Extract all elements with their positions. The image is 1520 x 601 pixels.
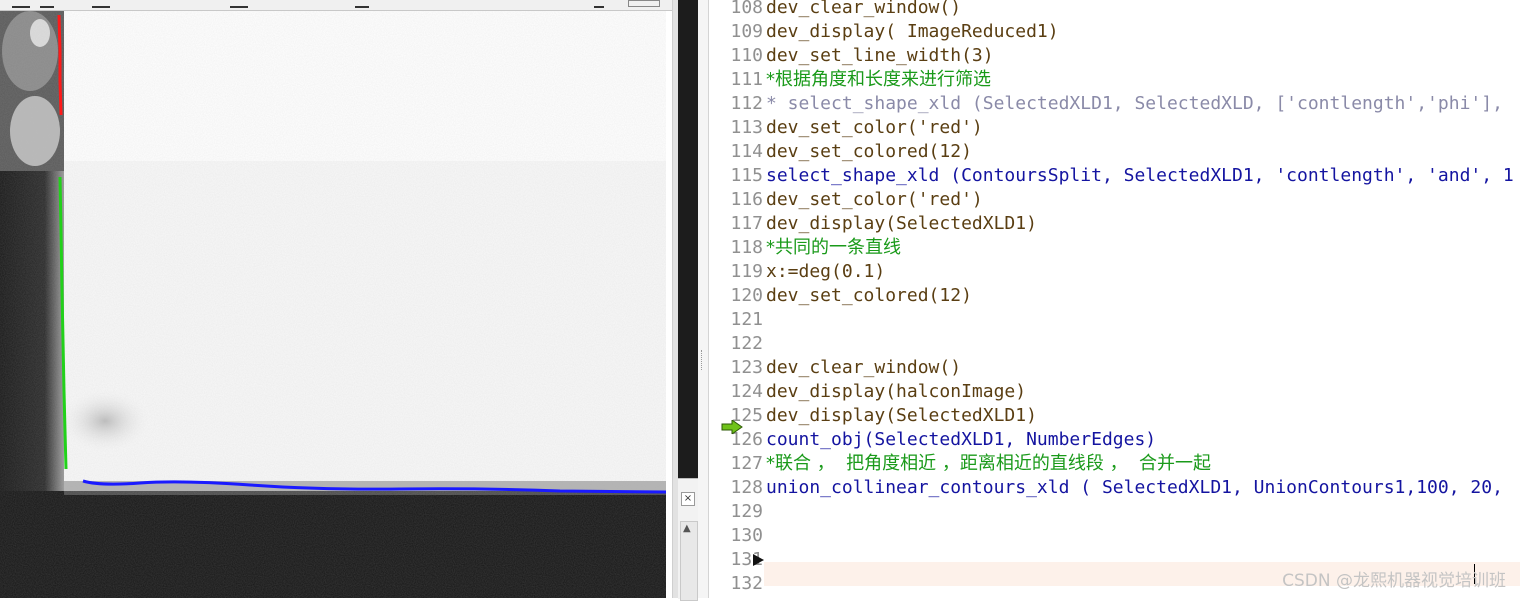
- line-number: 114: [730, 141, 763, 162]
- code-line[interactable]: 114 dev_set_colored(12): [709, 140, 1520, 164]
- black-triangle-icon: [753, 554, 764, 566]
- image-view[interactable]: [0, 11, 666, 598]
- toolbar-button[interactable]: [355, 0, 369, 8]
- graphics-window[interactable]: [0, 0, 672, 598]
- toolbar-dropdown-arrow-icon[interactable]: [594, 0, 604, 8]
- green-arrow-icon: [721, 420, 743, 434]
- line-number: 132: [730, 573, 763, 594]
- line-number: 119: [730, 261, 763, 282]
- code-text[interactable]: select_shape_xld (ContoursSplit, Selecte…: [766, 164, 1514, 188]
- line-number: 112: [730, 93, 763, 114]
- code-text[interactable]: *根据角度和长度来进行筛选: [766, 68, 991, 92]
- toolbar-button[interactable]: [12, 0, 30, 8]
- line-number: 108: [730, 0, 763, 18]
- code-line[interactable]: 123 dev_clear_window(): [709, 356, 1520, 380]
- program-editor[interactable]: 108 dev_clear_window() 109 dev_display( Ima…: [709, 0, 1520, 598]
- code-text[interactable]: dev_clear_window(): [766, 356, 961, 380]
- line-number: 129: [730, 501, 763, 522]
- line-number: 110: [730, 45, 763, 66]
- code-text[interactable]: dev_set_colored(12): [766, 284, 972, 308]
- toolbar-button[interactable]: [628, 0, 660, 7]
- code-text[interactable]: union_collinear_contours_xld ( SelectedX…: [766, 476, 1503, 500]
- code-text[interactable]: x:=deg(0.1): [766, 260, 885, 284]
- contour-red: [57, 14, 63, 116]
- code-text[interactable]: dev_set_line_width(3): [766, 44, 994, 68]
- scroll-up-arrow-icon[interactable]: ▲: [683, 522, 691, 536]
- line-number: 113: [730, 117, 763, 138]
- code-line[interactable]: 129: [709, 500, 1520, 524]
- code-line[interactable]: 111 *根据角度和长度来进行筛选: [709, 68, 1520, 92]
- code-line[interactable]: 112 * select_shape_xld (SelectedXLD1, Sel…: [709, 92, 1520, 116]
- code-text[interactable]: dev_clear_window(): [766, 0, 961, 20]
- watermark: CSDN @龙熙机器视觉培训班: [1282, 571, 1506, 591]
- resize-grip-icon[interactable]: [701, 350, 704, 370]
- line-number: 130: [730, 525, 763, 546]
- line-number: 115: [730, 165, 763, 186]
- code-text[interactable]: dev_display( ImageReduced1): [766, 20, 1059, 44]
- line-number: 117: [730, 213, 763, 234]
- line-number: 121: [730, 309, 763, 330]
- code-line[interactable]: 108 dev_clear_window(): [709, 0, 1520, 20]
- line-number: 118: [730, 237, 763, 258]
- code-text[interactable]: count_obj(SelectedXLD1, NumberEdges): [766, 428, 1156, 452]
- code-line[interactable]: 125 dev_display(SelectedXLD1): [709, 404, 1520, 428]
- pane-divider[interactable]: [698, 0, 709, 598]
- code-line[interactable]: 109 dev_display( ImageReduced1): [709, 20, 1520, 44]
- code-line[interactable]: 121: [709, 308, 1520, 332]
- code-line[interactable]: 130: [709, 524, 1520, 548]
- code-line[interactable]: 119 x:=deg(0.1): [709, 260, 1520, 284]
- code-text[interactable]: dev_set_color('red'): [766, 116, 983, 140]
- line-number: 122: [730, 333, 763, 354]
- code-line[interactable]: 115 select_shape_xld (ContoursSplit, Sele…: [709, 164, 1520, 188]
- auxiliary-panel: × ▲: [678, 478, 698, 601]
- close-icon[interactable]: ×: [681, 492, 695, 506]
- code-line[interactable]: 118 *共同的一条直线: [709, 236, 1520, 260]
- code-line[interactable]: 127 *联合 ， 把角度相近 ，距离相近的直线段 ， 合并一起: [709, 452, 1520, 476]
- code-text[interactable]: *共同的一条直线: [766, 236, 901, 260]
- line-number: 109: [730, 21, 763, 42]
- line-number: 111: [730, 69, 763, 90]
- code-text[interactable]: dev_display(halconImage): [766, 380, 1026, 404]
- line-number: 128: [730, 477, 763, 498]
- code-line[interactable]: 124 dev_display(halconImage): [709, 380, 1520, 404]
- code-text[interactable]: *联合 ， 把角度相近 ，距离相近的直线段 ， 合并一起: [766, 452, 1211, 476]
- line-number: 116: [730, 189, 763, 210]
- line-number: 124: [730, 381, 763, 402]
- line-number: 127: [730, 453, 763, 474]
- toolbar-button[interactable]: [92, 0, 110, 8]
- code-text[interactable]: dev_display(SelectedXLD1): [766, 404, 1037, 428]
- code-text[interactable]: * select_shape_xld (SelectedXLD1, Select…: [766, 92, 1503, 116]
- code-text[interactable]: dev_set_color('red'): [766, 188, 983, 212]
- code-line[interactable]: 126 count_obj(SelectedXLD1, NumberEdges): [709, 428, 1520, 452]
- toolbar-button[interactable]: [40, 0, 54, 8]
- toolbar-button[interactable]: [230, 0, 248, 8]
- scrollbar[interactable]: ▲: [680, 521, 698, 601]
- graphics-toolbar: [0, 0, 672, 11]
- code-line[interactable]: 110 dev_set_line_width(3): [709, 44, 1520, 68]
- code-line[interactable]: 117 dev_display(SelectedXLD1): [709, 212, 1520, 236]
- code-line[interactable]: 113 dev_set_color('red'): [709, 116, 1520, 140]
- line-number: 123: [730, 357, 763, 378]
- code-text[interactable]: dev_set_colored(12): [766, 140, 972, 164]
- empty-graphics-area: [678, 0, 698, 478]
- code-line[interactable]: 128 union_collinear_contours_xld ( Select…: [709, 476, 1520, 500]
- noise-overlay: [0, 11, 666, 598]
- code-text[interactable]: dev_display(SelectedXLD1): [766, 212, 1037, 236]
- code-line[interactable]: 116 dev_set_color('red'): [709, 188, 1520, 212]
- code-line[interactable]: 122: [709, 332, 1520, 356]
- code-line[interactable]: 120 dev_set_colored(12): [709, 284, 1520, 308]
- line-number: 120: [730, 285, 763, 306]
